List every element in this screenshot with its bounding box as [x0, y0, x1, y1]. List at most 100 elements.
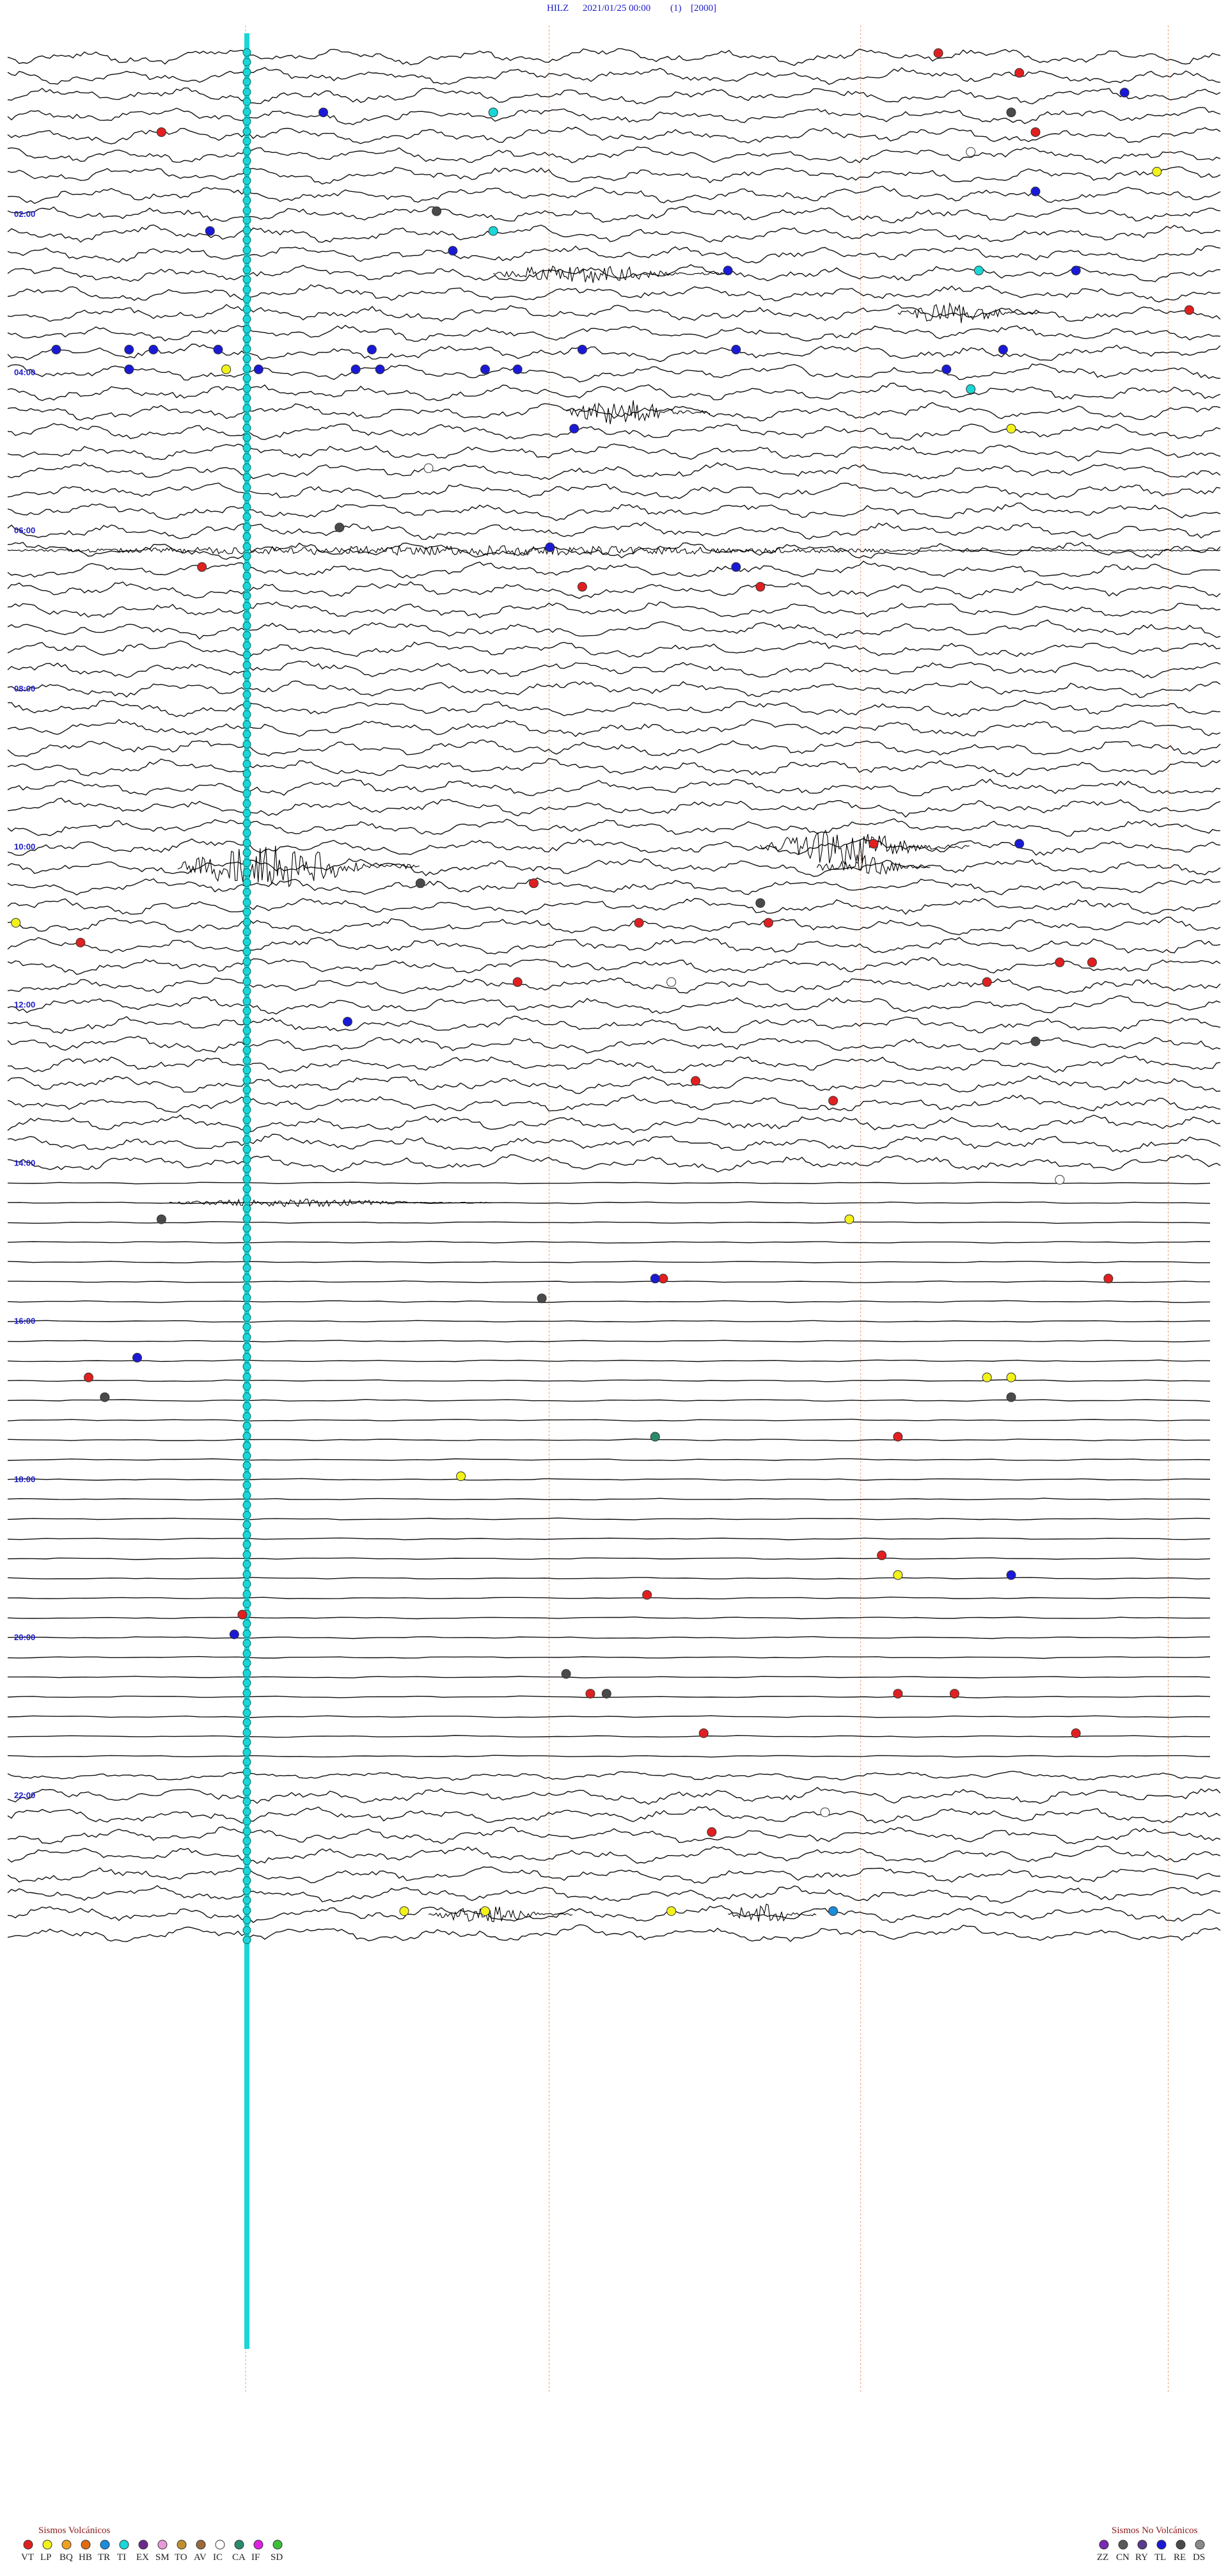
event-marker-lp — [11, 918, 21, 928]
hour-label: 08:00 — [14, 684, 35, 693]
legend-code-ti: TI — [117, 2552, 126, 2563]
event-marker-vt — [869, 839, 879, 849]
ti-column-dot — [242, 374, 251, 383]
hour-labels: 02:00 04:00 06:00 08:00 10:00 12:00 14:00 16:00… — [14, 209, 35, 1800]
ti-column-dot — [242, 404, 251, 413]
trace-line — [7, 1845, 1221, 1864]
ti-column-dot — [242, 839, 251, 848]
trace-line — [7, 324, 1221, 342]
legend-swatch-if — [253, 2540, 264, 2550]
helicorder-chart: HILZ 2021/01/25 00:00 (1) [2000] 02:00 04… — [7, 3, 1221, 2563]
ti-column-dot — [242, 977, 251, 986]
legend-swatch-ic — [215, 2540, 225, 2550]
ti-column-dot — [242, 97, 251, 106]
ti-column-dot — [242, 147, 251, 155]
trace-line — [7, 995, 1221, 1015]
ti-column-dot — [242, 1579, 251, 1588]
legend-swatch-vt — [23, 2540, 33, 2550]
ti-column-dot — [242, 759, 251, 768]
trace-line — [7, 304, 1221, 322]
ti-column-dot — [242, 1303, 251, 1312]
event-marker-vt — [1071, 1728, 1081, 1738]
ti-column-dot — [242, 413, 251, 422]
minute-markers — [245, 26, 1169, 2392]
ti-column-dot — [242, 107, 251, 116]
legend-swatch-bq — [61, 2540, 72, 2550]
event-marker-lp — [982, 1372, 992, 1382]
ti-column-dot — [242, 1254, 251, 1263]
ti-column-dot — [242, 523, 251, 532]
event-marker-re — [1006, 107, 1016, 118]
event-marker-lp — [1006, 423, 1016, 434]
event-marker-ti — [488, 226, 498, 236]
ti-column-dot — [242, 1856, 251, 1865]
event-marker-vt — [893, 1689, 903, 1699]
event-marker-vt — [707, 1827, 717, 1837]
ti-column-dot — [242, 235, 251, 244]
ti-column-dot — [242, 581, 251, 590]
ti-column-dot — [242, 740, 251, 748]
event-marker-vt — [982, 977, 992, 987]
event-marker-tl — [148, 345, 159, 354]
event-marker-tl — [941, 364, 952, 374]
burst-trace — [7, 544, 1221, 557]
ti-column-dot — [242, 88, 251, 97]
ti-column-dot — [242, 1164, 251, 1173]
trace-line — [7, 1398, 1211, 1402]
event-marker-vt — [893, 1432, 903, 1442]
ti-column-dot — [242, 1491, 251, 1500]
legend-swatch-cn — [1118, 2540, 1128, 2550]
ti-column-dot — [242, 641, 251, 650]
event-marker-vt — [1087, 957, 1097, 967]
record-datetime: 2021/01/25 00:00 — [583, 3, 650, 13]
event-marker-tl — [512, 364, 523, 374]
ti-column-dot — [242, 828, 251, 837]
trace-line — [7, 560, 1221, 579]
event-marker-vt — [691, 1076, 700, 1086]
trace-line — [7, 1616, 1211, 1620]
trace-line — [7, 1478, 1211, 1481]
trace-line — [7, 1735, 1211, 1738]
burst-trace — [492, 265, 728, 283]
trace-line — [7, 1359, 1210, 1363]
trace-line — [7, 1771, 1221, 1781]
legend-non-volcanic-title: Sismos No Volcánicos — [1112, 2525, 1198, 2536]
trace-line — [7, 1134, 1221, 1153]
legend-code-ca: CA — [232, 2552, 246, 2563]
ti-column-dot — [242, 700, 251, 709]
event-marker-tl — [545, 542, 555, 552]
ti-column-dot — [242, 670, 251, 679]
ti-column-dot — [242, 898, 251, 907]
ti-column-dot — [242, 690, 251, 699]
hour-label: 22:00 — [14, 1790, 35, 1800]
ti-column-dot — [242, 1471, 251, 1480]
event-marker-vt — [933, 48, 943, 58]
event-marker-vt — [529, 878, 539, 889]
event-marker-re — [601, 1689, 611, 1699]
trace-line — [7, 1885, 1221, 1904]
event-marker-re — [100, 1392, 110, 1402]
event-marker-tr — [828, 1906, 838, 1916]
ti-column-dot — [242, 1323, 251, 1332]
event-marker-lp — [221, 364, 232, 374]
trace-line — [7, 1240, 1211, 1244]
ti-column-dot — [242, 1570, 251, 1579]
ti-column-dot — [242, 335, 251, 344]
ti-column-dot — [242, 512, 251, 521]
event-marker-re — [537, 1293, 547, 1304]
event-marker-lp — [844, 1214, 854, 1224]
event-marker-lp — [666, 1906, 677, 1916]
trace-line — [7, 521, 1221, 540]
event-marker-tl — [480, 364, 490, 374]
legend-swatch-tl — [1156, 2540, 1167, 2550]
ti-column-dot — [242, 730, 251, 739]
trace-line — [7, 482, 1221, 500]
legend-code-sm: SM — [155, 2552, 169, 2563]
ti-column-dot — [242, 295, 251, 304]
event-markers — [11, 48, 1194, 1916]
hour-label: 10:00 — [14, 842, 35, 851]
legend-code-to: TO — [175, 2552, 187, 2563]
ti-column-dot — [242, 305, 251, 314]
burst-trace — [177, 846, 420, 888]
hour-label: 06:00 — [14, 526, 35, 535]
